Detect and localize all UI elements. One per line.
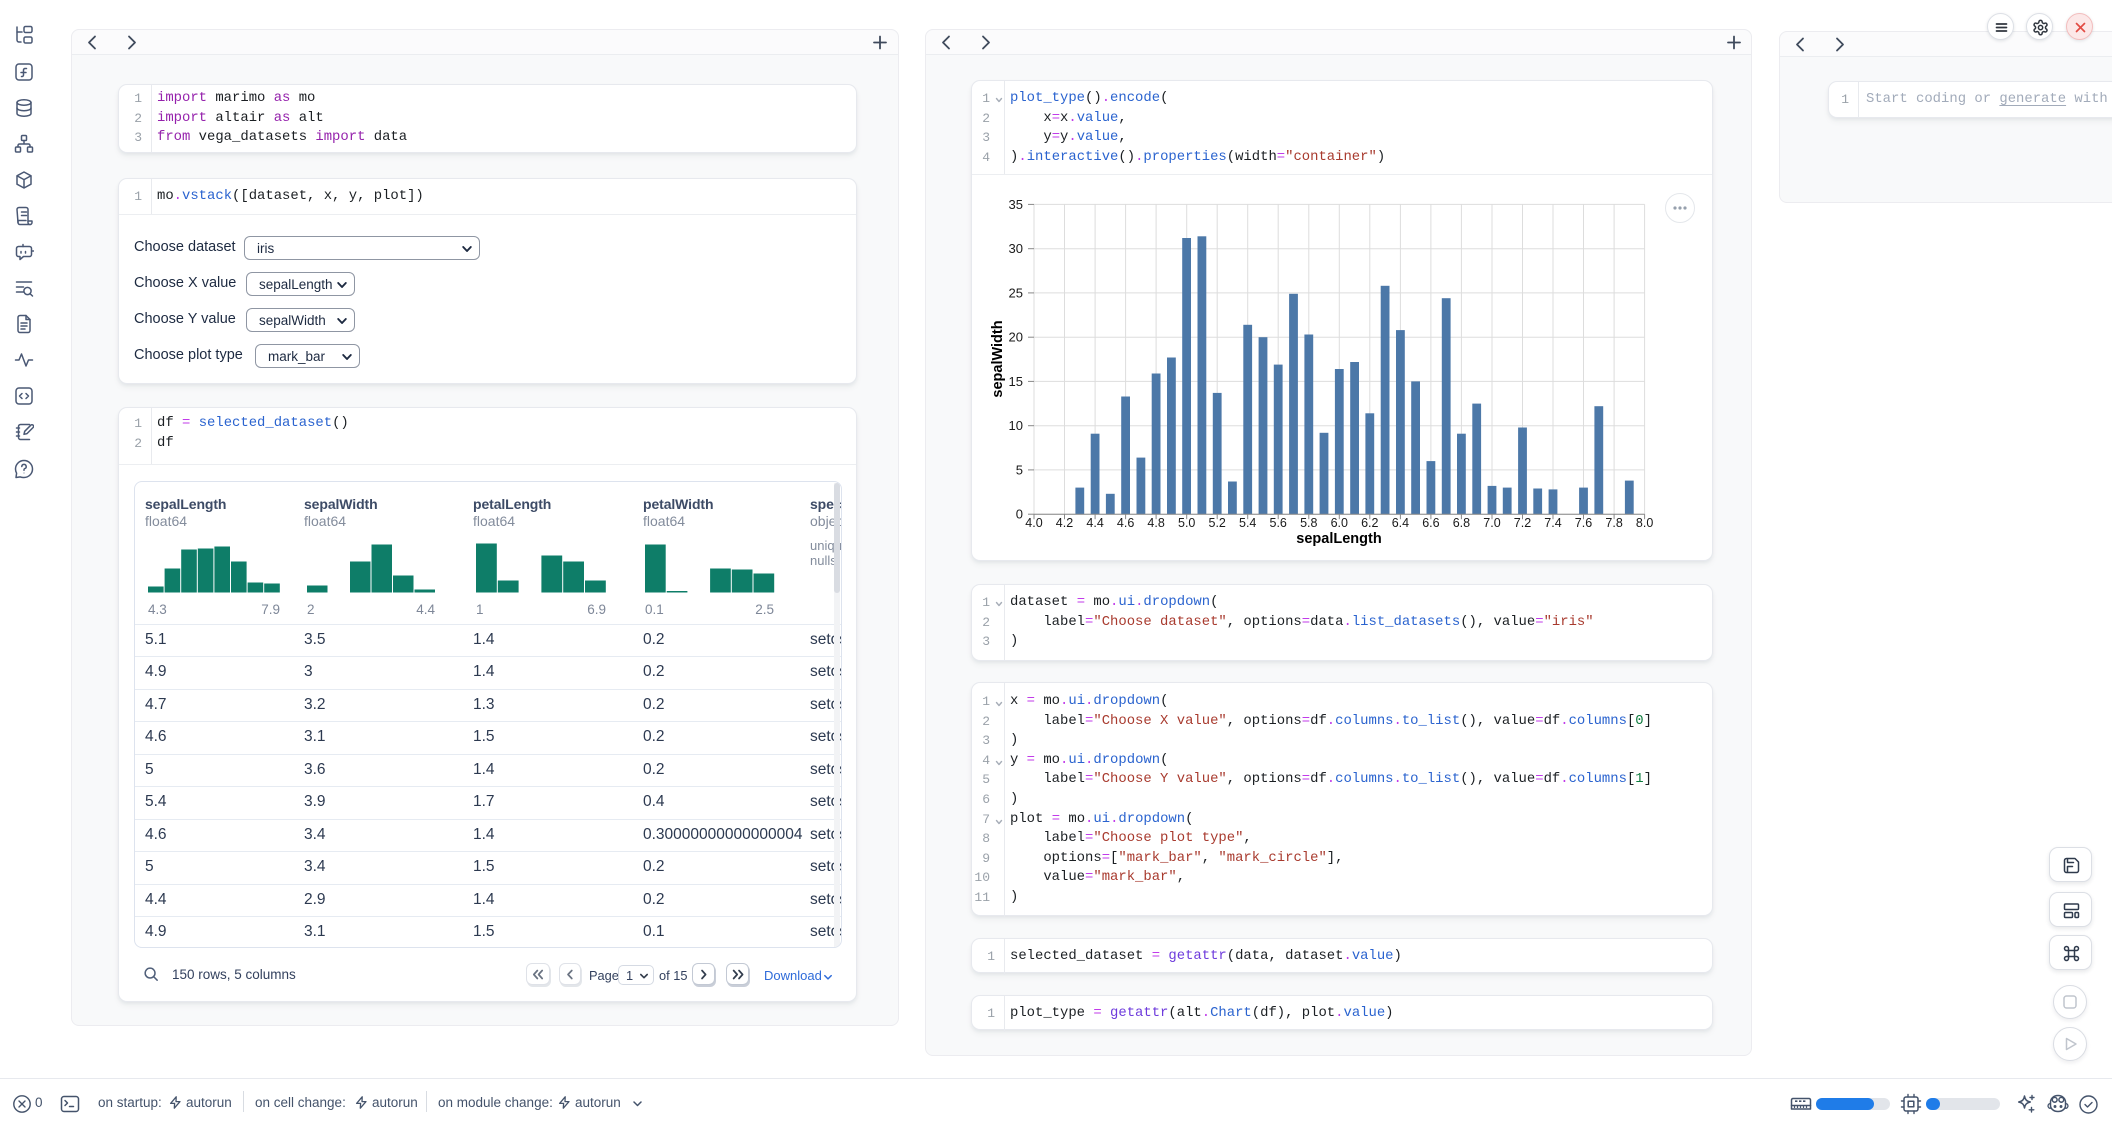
svg-text:5.2: 5.2 bbox=[1209, 516, 1226, 530]
svg-text:6.0: 6.0 bbox=[1331, 516, 1348, 530]
svg-text:10: 10 bbox=[1009, 418, 1023, 433]
svg-text:sepalLength: sepalLength bbox=[1296, 531, 1381, 547]
svg-text:5: 5 bbox=[1016, 462, 1023, 477]
svg-text:5.4: 5.4 bbox=[1239, 516, 1256, 530]
svg-text:5.0: 5.0 bbox=[1178, 516, 1195, 530]
svg-text:7.2: 7.2 bbox=[1514, 516, 1531, 530]
svg-text:4.0: 4.0 bbox=[1025, 516, 1042, 530]
svg-text:4.4: 4.4 bbox=[1086, 516, 1103, 530]
svg-text:6.2: 6.2 bbox=[1361, 516, 1378, 530]
svg-text:7.0: 7.0 bbox=[1483, 516, 1500, 530]
svg-text:35: 35 bbox=[1009, 197, 1023, 212]
svg-text:30: 30 bbox=[1009, 241, 1023, 256]
svg-text:0: 0 bbox=[1016, 507, 1023, 522]
svg-text:6.6: 6.6 bbox=[1422, 516, 1439, 530]
svg-text:7.6: 7.6 bbox=[1575, 516, 1592, 530]
svg-text:4.2: 4.2 bbox=[1056, 516, 1073, 530]
svg-text:5.8: 5.8 bbox=[1300, 516, 1317, 530]
svg-text:sepalWidth: sepalWidth bbox=[990, 320, 1006, 397]
svg-text:20: 20 bbox=[1009, 330, 1023, 345]
svg-text:4.8: 4.8 bbox=[1147, 516, 1164, 530]
svg-text:25: 25 bbox=[1009, 285, 1023, 300]
svg-text:4.6: 4.6 bbox=[1117, 516, 1134, 530]
svg-text:7.8: 7.8 bbox=[1605, 516, 1622, 530]
svg-text:6.8: 6.8 bbox=[1453, 516, 1470, 530]
svg-text:5.6: 5.6 bbox=[1270, 516, 1287, 530]
svg-text:6.4: 6.4 bbox=[1392, 516, 1409, 530]
svg-text:15: 15 bbox=[1009, 374, 1023, 389]
svg-text:8.0: 8.0 bbox=[1636, 516, 1653, 530]
svg-text:7.4: 7.4 bbox=[1544, 516, 1561, 530]
